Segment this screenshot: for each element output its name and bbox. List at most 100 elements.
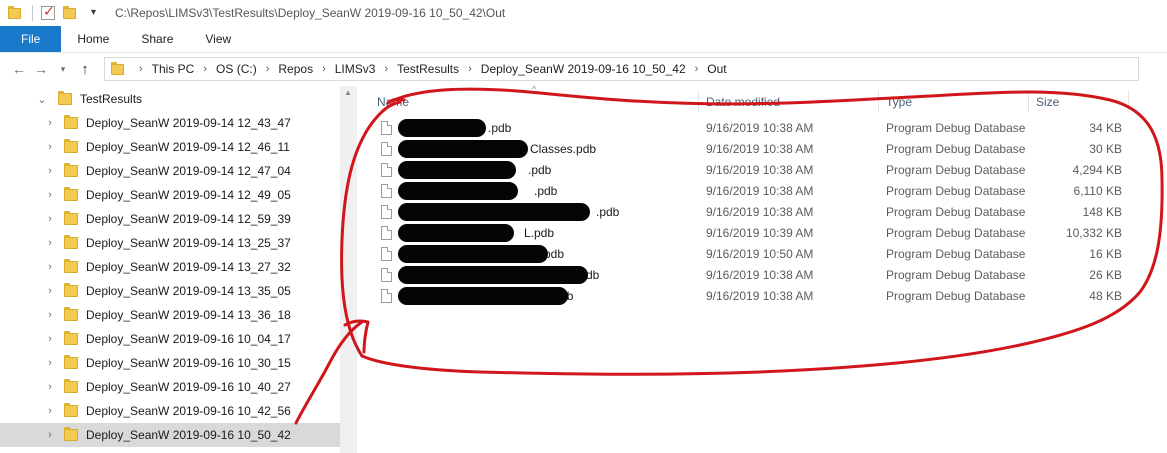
tree-item[interactable]: › Deploy_SeanW 2019-09-14 12_43_47 [0,111,340,135]
file-row[interactable]: .pdb9/16/2019 10:38 AMProgram Debug Data… [358,202,1167,223]
breadcrumb-os-drive[interactable]: OS (C:) [216,62,257,76]
file-size: 16 KB [1089,247,1122,261]
navigation-pane-scrollbar[interactable]: ▲ [340,86,357,453]
toolbar-divider [32,5,33,21]
folder-icon [64,331,78,345]
chevron-right-icon[interactable]: › [44,333,56,345]
tab-file[interactable]: File [0,26,62,52]
column-header-type[interactable]: Type [886,91,912,113]
chevron-right-icon[interactable]: › [322,63,326,75]
quick-access-toolbar: ✓ ▾ [8,3,105,21]
tree-item[interactable]: › Deploy_SeanW 2019-09-16 10_50_42 [0,423,340,447]
file-list: Name ^ Date modified Type Size .pdb 9/16/… [358,84,1167,453]
tree-item[interactable]: › Deploy_SeanW 2019-09-16 10_04_17 [0,327,340,351]
back-arrow-icon[interactable]: ← [8,61,30,77]
column-header-size[interactable]: Size [1036,91,1059,113]
file-type: Program Debug Database [886,142,1026,156]
tree-item[interactable]: › Deploy_SeanW 2019-09-16 10_42_56 [0,399,340,423]
breadcrumb-repos[interactable]: Repos [278,62,313,76]
chevron-right-icon[interactable]: › [44,429,56,441]
chevron-right-icon[interactable]: › [203,63,207,75]
file-name: .pdb [488,121,512,135]
address-bar[interactable]: › This PC › OS (C:) › Repos › LIMSv3 › T… [104,57,1139,81]
chevron-right-icon[interactable]: › [44,237,56,249]
breadcrumb-deploy-folder[interactable]: Deploy_SeanW 2019-09-16 10_50_42 [481,62,686,76]
chevron-down-icon[interactable]: ▾ [52,64,74,75]
chevron-right-icon[interactable]: › [44,189,56,201]
column-divider[interactable] [878,90,879,112]
tree-item[interactable]: › Deploy_SeanW 2019-09-16 10_30_15 [0,351,340,375]
column-divider[interactable] [698,90,699,112]
new-folder-icon[interactable] [63,5,79,21]
column-divider[interactable] [1128,90,1129,112]
forward-arrow-icon[interactable]: → [30,61,52,77]
chevron-right-icon[interactable]: › [139,63,143,75]
breadcrumb-this-pc[interactable]: This PC [152,62,195,76]
file-date-modified: 9/16/2019 10:50 AM [706,247,814,261]
breadcrumb-testresults[interactable]: TestResults [397,62,459,76]
tree-item[interactable]: › Deploy_SeanW 2019-09-14 12_46_11 [0,135,340,159]
tree-item-testresults[interactable]: ⌄ TestResults [0,87,340,111]
chevron-right-icon[interactable]: › [44,213,56,225]
tree-item-label: Deploy_SeanW 2019-09-14 12_43_47 [86,116,291,130]
file-row[interactable]: .pdb9/16/2019 10:38 AMProgram Debug Data… [358,118,1167,139]
chevron-right-icon[interactable]: › [468,63,472,75]
chevron-right-icon[interactable]: › [44,165,56,177]
chevron-right-icon[interactable]: › [384,63,388,75]
tree-item-label: Deploy_SeanW 2019-09-14 13_27_32 [86,260,291,274]
column-header-date-modified[interactable]: Date modified [706,91,780,113]
folder-icon [64,211,78,225]
chevron-right-icon[interactable]: › [44,309,56,321]
file-icon [381,289,392,303]
chevron-right-icon[interactable]: › [44,381,56,393]
tab-share[interactable]: Share [125,26,189,52]
properties-icon[interactable]: ✓ [41,3,55,20]
file-type: Program Debug Database [886,247,1026,261]
breadcrumb-out[interactable]: Out [707,62,726,76]
tree-item-label: Deploy_SeanW 2019-09-14 13_25_37 [86,236,291,250]
folder-icon [64,355,78,369]
breadcrumb-limsv3[interactable]: LIMSv3 [335,62,376,76]
chevron-right-icon[interactable]: › [695,63,699,75]
chevron-right-icon[interactable]: › [44,357,56,369]
tree-item[interactable]: › Deploy_SeanW 2019-09-14 13_27_32 [0,255,340,279]
tab-home[interactable]: Home [61,26,125,52]
file-row[interactable]: alization.pdb9/16/2019 10:38 AMProgram D… [358,286,1167,307]
chevron-right-icon[interactable]: › [44,261,56,273]
chevron-down-icon[interactable]: ⌄ [36,93,48,106]
up-arrow-icon[interactable]: ↑ [74,61,96,78]
column-header-name[interactable]: Name [377,91,409,113]
folder-icon [58,91,72,105]
file-row[interactable]: pdb 9/16/2019 10:50 AM Program Debug Datab… [358,244,1167,265]
file-icon [381,247,392,261]
file-date-modified: 9/16/2019 10:38 AM [706,268,814,282]
tree-item[interactable]: › Deploy_SeanW 2019-09-14 12_47_04 [0,159,340,183]
file-row[interactable]: .pdb9/16/2019 10:38 AMProgram Debug Data… [358,265,1167,286]
tree-item-label: Deploy_SeanW 2019-09-14 13_35_05 [86,284,291,298]
tree-item[interactable]: › Deploy_SeanW 2019-09-14 12_49_05 [0,183,340,207]
column-divider[interactable] [1028,90,1029,112]
chevron-right-icon[interactable]: › [44,285,56,297]
file-row[interactable]: Classes.pdb 9/16/2019 10:38 AM Program Deb… [358,139,1167,160]
navigation-bar: ← → ▾ ↑ › This PC › OS (C:) › Repos › LI… [0,54,1167,84]
file-date-modified: 9/16/2019 10:38 AM [706,289,814,303]
chevron-right-icon[interactable]: › [44,405,56,417]
file-row[interactable]: L.pdb 9/16/2019 10:39 AM Program Debug Dat… [358,223,1167,244]
file-row[interactable]: .pdb9/16/2019 10:38 AMProgram Debug Data… [358,160,1167,181]
file-date-modified: 9/16/2019 10:38 AM [706,121,814,135]
tree-item[interactable]: › Deploy_SeanW 2019-09-14 12_59_39 [0,207,340,231]
file-type: Program Debug Database [886,226,1026,240]
customize-toolbar-icon[interactable]: ▾ [91,6,105,20]
title-bar: ✓ ▾ C:\Repos\LIMSv3\TestResults\Deploy_S… [0,0,1167,26]
scroll-up-icon[interactable]: ▲ [344,88,352,97]
tree-item[interactable]: › Deploy_SeanW 2019-09-14 13_25_37 [0,231,340,255]
tree-item[interactable]: › Deploy_SeanW 2019-09-14 13_35_05 [0,279,340,303]
tree-item[interactable]: › Deploy_SeanW 2019-09-16 10_40_27 [0,375,340,399]
file-row[interactable]: .pdb9/16/2019 10:38 AMProgram Debug Data… [358,181,1167,202]
tree-item[interactable]: › Deploy_SeanW 2019-09-14 13_36_18 [0,303,340,327]
chevron-right-icon[interactable]: › [266,63,270,75]
tab-view[interactable]: View [189,26,247,52]
chevron-right-icon[interactable]: › [44,141,56,153]
folder-icon [64,163,78,177]
chevron-right-icon[interactable]: › [44,117,56,129]
